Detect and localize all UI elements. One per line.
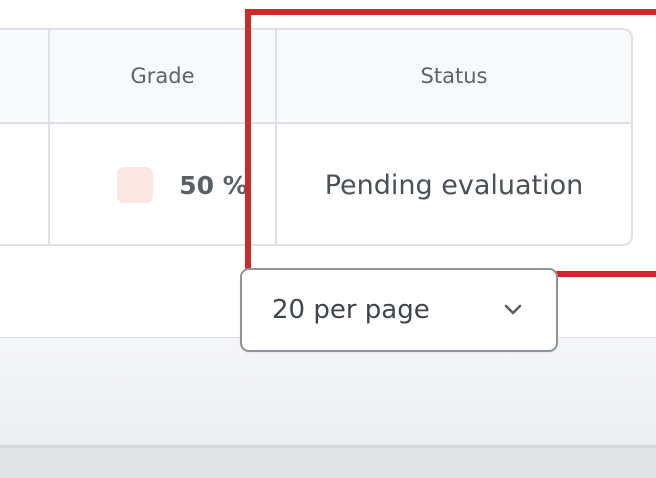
grade-value: 50 % [117,167,248,203]
chevron-down-icon [502,299,524,321]
table-cell-previous [0,124,50,244]
table-cell-status: Pending evaluation [277,124,631,244]
column-header-label: Status [420,64,488,88]
table-cell-grade: 50 % [50,124,277,244]
column-header-label: Grade [130,64,195,88]
table-header-row: Grade Status [0,30,631,124]
divider [0,337,240,338]
grade-color-swatch [117,167,154,203]
table-header-status[interactable]: Status [277,30,631,122]
table-row: 50 % Pending evaluation [0,124,631,244]
table-header-grade[interactable]: Grade [50,30,277,122]
grade-percentage: 50 % [179,170,248,200]
status-text: Pending evaluation [324,169,584,201]
grades-page: Grade Status 50 % Pending evaluation 20 … [0,0,656,478]
per-page-select[interactable]: 20 per page [240,268,558,352]
per-page-label: 20 per page [272,295,430,325]
grades-table: Grade Status 50 % Pending evaluation [0,28,633,246]
table-header-cell-previous [0,30,50,122]
footer-strip [0,448,656,478]
